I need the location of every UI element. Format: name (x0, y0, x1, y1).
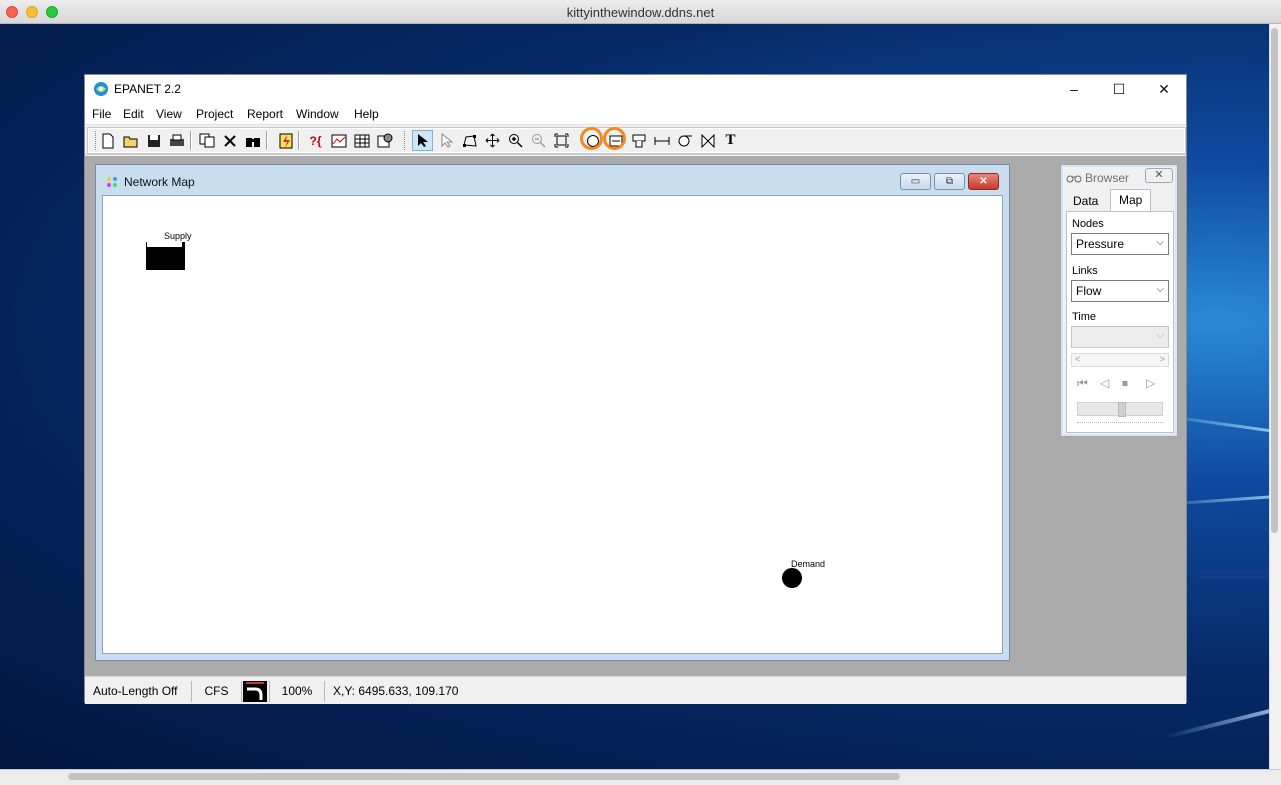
menu-project[interactable]: Project (196, 107, 233, 121)
chevron-down-icon: ⌵ (1156, 330, 1164, 341)
toolbar: ?{T (85, 126, 1186, 155)
highlight-ring-reservoir (603, 127, 626, 150)
minimize-button[interactable]: – (1051, 75, 1097, 103)
nodes-select[interactable]: Pressure ⌵ (1071, 233, 1169, 255)
stop-icon[interactable]: ⏹ (1122, 376, 1128, 391)
time-select[interactable]: ⌵ (1071, 326, 1169, 348)
menu-report[interactable]: Report (247, 107, 283, 121)
supply-label: Supply (164, 231, 192, 241)
time-scrollbar[interactable]: < > (1071, 353, 1169, 367)
browser-close-button[interactable]: ✕ (1145, 168, 1173, 183)
demand-junction-node[interactable] (782, 568, 802, 588)
binoculars-icon (1066, 175, 1082, 183)
options-icon[interactable] (374, 130, 395, 151)
slider-ticks (1077, 422, 1163, 426)
map-restore-button[interactable]: ⧉ (934, 173, 965, 190)
full-extent-icon[interactable] (551, 130, 572, 151)
network-map-title: Network Map (124, 175, 195, 189)
epanet-window: EPANET 2.2 – ☐ ✕ File Edit View Project … (84, 74, 1187, 704)
select-object-icon[interactable] (412, 130, 433, 151)
map-canvas[interactable]: Supply Demand (102, 195, 1003, 654)
browser-panel: Browser ✕ Data Map Nodes Pressure ⌵ Link… (1060, 164, 1178, 437)
menu-bar: File Edit View Project Report Window Hel… (85, 103, 1186, 125)
maximize-button[interactable]: ☐ (1096, 75, 1142, 103)
menu-view[interactable]: View (156, 107, 182, 121)
add-label-icon[interactable]: T (720, 130, 741, 151)
close-button[interactable]: ✕ (1141, 75, 1187, 103)
coordinates-status: X,Y: 6495.633, 109.170 (333, 684, 459, 698)
save-icon[interactable] (143, 130, 164, 151)
pan-icon[interactable] (482, 130, 503, 151)
flow-units-status: CFS (192, 681, 242, 702)
supply-reservoir-node[interactable] (146, 242, 185, 270)
app-titlebar: EPANET 2.2 – ☐ ✕ (85, 75, 1186, 103)
viewer-vertical-scrollbar[interactable] (1271, 28, 1278, 533)
map-minimize-button[interactable]: ▭ (900, 173, 931, 190)
tab-data[interactable]: Data (1065, 191, 1106, 211)
epanet-logo-icon (94, 82, 108, 96)
rewind-icon[interactable]: ⏮ (1077, 376, 1088, 391)
menu-window[interactable]: Window (296, 107, 339, 121)
new-icon[interactable] (97, 130, 118, 151)
table-icon[interactable] (351, 130, 372, 151)
mdi-workspace: Network Map ▭ ⧉ ✕ Supply Demand Browser … (85, 156, 1186, 676)
viewer-horizontal-scrollbar[interactable] (68, 773, 900, 780)
chevron-down-icon: ⌵ (1156, 237, 1164, 248)
tab-map[interactable]: Map (1110, 189, 1152, 211)
select-vertex-icon[interactable] (436, 130, 457, 151)
browser-map-panel: Nodes Pressure ⌵ Links Flow ⌵ Time ⌵ < > (1066, 211, 1174, 433)
add-pipe-icon[interactable] (651, 130, 672, 151)
chevron-down-icon: ⌵ (1156, 284, 1164, 295)
zoom-in-icon[interactable] (505, 130, 526, 151)
network-map-icon (107, 177, 117, 187)
menu-edit[interactable]: Edit (123, 107, 144, 121)
viewer-title: kittyinthewindow.ddns.net (566, 5, 715, 20)
add-pump-icon[interactable] (674, 130, 695, 151)
query-icon[interactable]: ?{ (305, 130, 326, 151)
zoom-out-icon[interactable] (528, 130, 549, 151)
links-select[interactable]: Flow ⌵ (1071, 280, 1169, 302)
add-valve-icon[interactable] (697, 130, 718, 151)
find-icon[interactable] (242, 130, 263, 151)
network-map-window: Network Map ▭ ⧉ ✕ Supply Demand (95, 164, 1010, 661)
slider-thumb[interactable] (1118, 402, 1126, 417)
highlight-ring-junction (580, 127, 603, 150)
demand-label: Demand (791, 559, 826, 569)
graph-icon[interactable] (328, 130, 349, 151)
app-title: EPANET 2.2 (114, 82, 181, 96)
links-label: Links (1072, 265, 1098, 277)
browser-title: Browser (1085, 171, 1130, 185)
back-icon[interactable]: ◁ (1100, 376, 1109, 390)
animation-speed-slider[interactable] (1077, 402, 1163, 417)
run-status-icon (242, 681, 270, 702)
open-icon[interactable] (120, 130, 141, 151)
copy-icon[interactable] (196, 130, 217, 151)
auto-length-status[interactable]: Auto-Length Off (85, 681, 192, 702)
add-tank-icon[interactable] (628, 130, 649, 151)
select-region-icon[interactable] (459, 130, 480, 151)
menu-file[interactable]: File (92, 107, 111, 121)
time-label: Time (1072, 311, 1097, 323)
viewer-titlebar: kittyinthewindow.ddns.net (0, 0, 1281, 24)
nodes-label: Nodes (1072, 218, 1104, 230)
delete-icon[interactable] (219, 130, 240, 151)
print-icon[interactable] (166, 130, 187, 151)
run-icon[interactable] (275, 130, 296, 151)
status-bar: Auto-Length Off CFS 100% X,Y: 6495.633, … (85, 676, 1186, 704)
map-close-button[interactable]: ✕ (968, 173, 999, 190)
forward-icon[interactable]: ▷ (1146, 376, 1155, 390)
zoom-status: 100% (270, 681, 325, 702)
menu-help[interactable]: Help (354, 107, 379, 121)
